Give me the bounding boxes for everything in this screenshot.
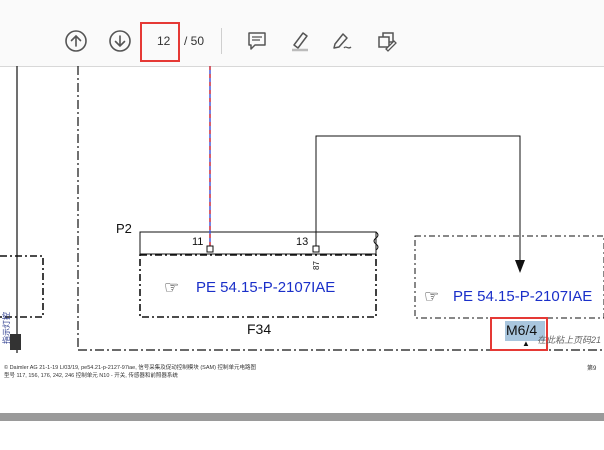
- share-edit-icon[interactable]: [372, 27, 400, 55]
- arrow-up-circle-icon[interactable]: [62, 27, 90, 55]
- pen-sign-icon[interactable]: [328, 27, 356, 55]
- pe-link-left[interactable]: PE 54.15-P-2107IAE: [196, 279, 335, 296]
- comment-icon[interactable]: [243, 27, 271, 55]
- f34-label: F34: [247, 321, 272, 337]
- page-separator: [0, 413, 604, 421]
- pin-11-label: 11: [192, 236, 204, 248]
- sticky-note-text: 在此粘上页码21: [537, 335, 602, 345]
- pin-87-label: 87: [312, 261, 321, 270]
- page-total: / 50: [184, 34, 205, 48]
- page-current[interactable]: 12: [157, 34, 170, 48]
- pointing-hand-icon: ☞: [164, 278, 180, 297]
- document-page: P2 11 13 87 F34 ☞ PE 54.15-P-2107IAE ☞ P…: [0, 66, 604, 411]
- pin-13-label: 13: [296, 236, 309, 248]
- footer-copyright: © Daimler AG 21-1-19 L/03/19, pe54.21-p-…: [4, 365, 256, 371]
- pdf-toolbar: 12 / 50: [0, 0, 604, 67]
- pe-link-right[interactable]: PE 54.15-P-2107IAE: [453, 288, 592, 305]
- toolbar-divider: [221, 28, 222, 54]
- vertical-label: 指示灯控: [2, 312, 11, 344]
- m64-label[interactable]: M6/4: [506, 322, 537, 338]
- caret-up-icon: ▲: [522, 339, 530, 348]
- footer-page: 第9: [587, 366, 597, 372]
- p2-label: P2: [116, 221, 132, 236]
- arrow-down-circle-icon[interactable]: [106, 27, 134, 55]
- pointing-hand-icon: ☞: [424, 287, 440, 306]
- highlighter-icon[interactable]: [286, 27, 314, 55]
- footer-models: 型号 117, 156, 176, 242, 246 控制单元 N10 - 开关…: [4, 373, 178, 379]
